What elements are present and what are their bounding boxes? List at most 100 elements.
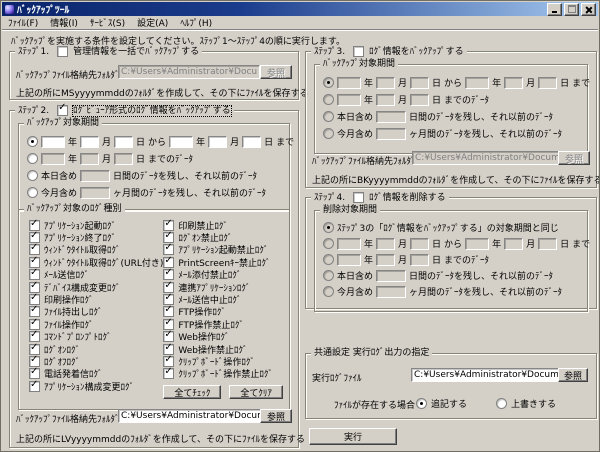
log-type-item[interactable]: ﾌｧｲﾙ操作ﾛｸﾞ — [29, 318, 163, 330]
log-type-checkbox[interactable] — [163, 368, 174, 379]
log-type-item[interactable]: 連携ｱﾌﾟﾘｹｰｼｮﾝﾛｸﾞ — [163, 281, 287, 293]
log-type-checkbox[interactable] — [29, 356, 40, 367]
close-button[interactable] — [581, 3, 596, 16]
menu-help[interactable]: ﾍﾙﾌﾟ(H) — [174, 15, 218, 30]
log-type-checkbox[interactable] — [29, 294, 40, 305]
log-type-item[interactable]: Web操作禁止ﾛｸﾞ — [163, 343, 287, 355]
log-type-checkbox[interactable] — [163, 282, 174, 293]
log-type-checkbox[interactable] — [29, 331, 40, 342]
step2-browse-button[interactable]: 参照 — [260, 409, 292, 423]
log-type-checkbox[interactable] — [29, 368, 40, 379]
menu-info[interactable]: 情報(I) — [44, 15, 84, 30]
step2-from-day-input[interactable] — [114, 136, 133, 148]
execute-button[interactable]: 実行 — [309, 428, 397, 445]
log-type-checkbox[interactable] — [163, 220, 174, 231]
step3-title: ｽﾃｯﾌﾟ3. — [314, 47, 345, 57]
step3-to-year-input — [465, 77, 489, 89]
step3-legend: ｽﾃｯﾌﾟ3. ﾛｸﾞ情報をﾊﾞｯｸｱｯﾌﾟする — [311, 46, 467, 57]
log-type-item[interactable]: ｸﾘｯﾌﾟﾎﾞｰﾄﾞ操作ﾛｸﾞ — [163, 355, 287, 367]
step2-range-radio[interactable] — [27, 136, 38, 147]
step1-enable-checkbox[interactable] — [57, 46, 68, 57]
log-type-checkbox[interactable] — [163, 344, 174, 355]
log-type-item[interactable]: ﾒｰﾙ送信ﾛｸﾞ — [29, 269, 163, 281]
step4-from-month-input — [376, 238, 395, 250]
menu-file[interactable]: ﾌｧｲﾙ(F) — [2, 15, 44, 30]
step3-enable-checkbox[interactable] — [353, 46, 364, 57]
step4-title: ｽﾃｯﾌﾟ4. — [314, 193, 345, 203]
log-type-item[interactable]: FTP操作ﾛｸﾞ — [163, 306, 287, 318]
step2-days-radio[interactable] — [27, 170, 38, 181]
step3-checkbox-label: ﾛｸﾞ情報をﾊﾞｯｸｱｯﾌﾟする — [369, 47, 464, 57]
log-type-item[interactable]: ｳｨﾝﾄﾞｳﾀｲﾄﾙ取得ﾛｸﾞ(URL付き) — [29, 256, 163, 268]
log-type-item[interactable]: ｱﾌﾟﾘｹｰｼｮﾝ終了ﾛｸﾞ — [29, 231, 163, 243]
log-type-checkbox[interactable] — [29, 220, 40, 231]
log-type-item[interactable]: PrintScreenｷｰ禁止ﾛｸﾞ — [163, 256, 287, 268]
log-type-checkbox[interactable] — [29, 257, 40, 268]
step2-to-month-input[interactable] — [208, 136, 227, 148]
step2-to-year-input[interactable] — [169, 136, 193, 148]
log-type-checkbox[interactable] — [29, 381, 40, 392]
log-type-item[interactable]: ｳｨﾝﾄﾞｳﾀｲﾄﾙ取得ﾛｸﾞ — [29, 244, 163, 256]
log-type-item[interactable]: 印刷操作ﾛｸﾞ — [29, 293, 163, 305]
log-type-checkbox[interactable] — [163, 331, 174, 342]
log-type-item[interactable]: ﾒｰﾙ添付禁止ﾛｸﾞ — [163, 269, 287, 281]
log-type-checkbox[interactable] — [163, 306, 174, 317]
log-type-item[interactable]: FTP操作禁止ﾛｸﾞ — [163, 318, 287, 330]
log-type-item[interactable]: ﾛｸﾞｵﾝ禁止ﾛｸﾞ — [163, 231, 287, 243]
menu-settings[interactable]: 設定(A) — [131, 15, 174, 30]
exec-log-input[interactable] — [411, 368, 563, 382]
step2-enable-checkbox[interactable] — [57, 105, 68, 116]
log-type-item[interactable]: 電話発着信ﾛｸﾞ — [29, 368, 163, 380]
exec-log-browse-button[interactable]: 参照 — [558, 368, 588, 382]
log-type-item[interactable]: 印刷禁止ﾛｸﾞ — [163, 219, 287, 231]
step2-months-radio[interactable] — [27, 187, 38, 198]
common-settings-title: 共通設定 実行ﾛｸﾞ出力の指定 — [314, 348, 429, 358]
step2-until-radio[interactable] — [27, 153, 38, 164]
log-type-item[interactable]: ｺﾏﾝﾄﾞﾌﾟﾛﾝﾌﾟﾄﾛｸﾞ — [29, 331, 163, 343]
log-type-label: ﾒｰﾙ送信ﾛｸﾞ — [44, 268, 89, 281]
step2-from-month-input[interactable] — [80, 136, 99, 148]
overwrite-label: 上書きする — [511, 397, 556, 410]
clear-all-button[interactable]: 全てｸﾘｱ — [229, 385, 283, 399]
log-type-item[interactable]: ｱﾌﾟﾘｹｰｼｮﾝ起動ﾛｸﾞ — [29, 219, 163, 231]
menu-service[interactable]: ｻｰﾋﾞｽ(S) — [84, 15, 131, 30]
log-type-item[interactable]: ﾌｧｲﾙ持出しﾛｸﾞ — [29, 306, 163, 318]
log-type-item[interactable]: Web操作ﾛｸﾞ — [163, 331, 287, 343]
step2-from-year-input[interactable] — [41, 136, 65, 148]
titlebar[interactable]: ﾊﾞｯｸｱｯﾌﾟﾂｰﾙ — [2, 2, 598, 16]
log-type-item[interactable]: ｱﾌﾟﾘｹｰｼｮﾝ構成変更ﾛｸﾞ — [29, 380, 163, 392]
check-all-button[interactable]: 全てﾁｪｯｸ — [163, 385, 221, 399]
log-type-item[interactable]: ｸﾘｯﾌﾟﾎﾞｰﾄﾞ操作禁止ﾛｸﾞ — [163, 368, 287, 380]
overwrite-radio[interactable] — [496, 398, 507, 409]
step2-to-day-input[interactable] — [242, 136, 261, 148]
log-type-checkbox[interactable] — [29, 244, 40, 255]
log-type-checkbox[interactable] — [29, 344, 40, 355]
minimize-button[interactable] — [547, 3, 562, 16]
overwrite-option[interactable]: 上書きする — [496, 397, 556, 410]
log-type-checkbox[interactable] — [29, 269, 40, 280]
log-type-item[interactable]: ﾛｸﾞｵﾌﾛｸﾞ — [29, 355, 163, 367]
log-type-item[interactable]: ﾒｰﾙ送信中止ﾛｸﾞ — [163, 293, 287, 305]
step2-legend: ｽﾃｯﾌﾟ2. ﾛｸﾞﾋﾞｭｰｱ形式のﾛｸﾞ情報をﾊﾞｯｸｱｯﾌﾟする — [15, 105, 234, 116]
log-type-checkbox[interactable] — [163, 232, 174, 243]
log-type-checkbox[interactable] — [163, 244, 174, 255]
log-type-checkbox[interactable] — [163, 356, 174, 367]
step2-folder-input[interactable] — [118, 409, 268, 423]
log-type-checkbox[interactable] — [29, 319, 40, 330]
step4-period-row-range: 年 月 日 から 年 月 日 まで — [323, 237, 587, 250]
log-type-checkbox[interactable] — [29, 232, 40, 243]
log-type-item[interactable]: ﾛｸﾞｵﾝﾛｸﾞ — [29, 343, 163, 355]
log-type-checkbox[interactable] — [163, 294, 174, 305]
log-type-item[interactable]: ﾃﾞﾊﾞｲｽ構成変更ﾛｸﾞ — [29, 281, 163, 293]
append-radio[interactable] — [416, 398, 427, 409]
log-type-checkbox[interactable] — [29, 306, 40, 317]
append-option[interactable]: 追記する — [416, 397, 467, 410]
log-type-checkbox[interactable] — [29, 282, 40, 293]
log-type-checkbox[interactable] — [163, 269, 174, 280]
step4-enable-checkbox[interactable] — [353, 192, 364, 203]
log-type-checkbox[interactable] — [163, 319, 174, 330]
log-type-item[interactable]: ｱﾌﾟﾘｹｰｼｮﾝ起動禁止ﾛｸﾞ — [163, 244, 287, 256]
maximize-button[interactable] — [564, 3, 579, 16]
log-type-checkbox[interactable] — [163, 257, 174, 268]
step2-period-row-until: 年 月 日 までのﾃﾞｰﾀ — [27, 152, 289, 165]
